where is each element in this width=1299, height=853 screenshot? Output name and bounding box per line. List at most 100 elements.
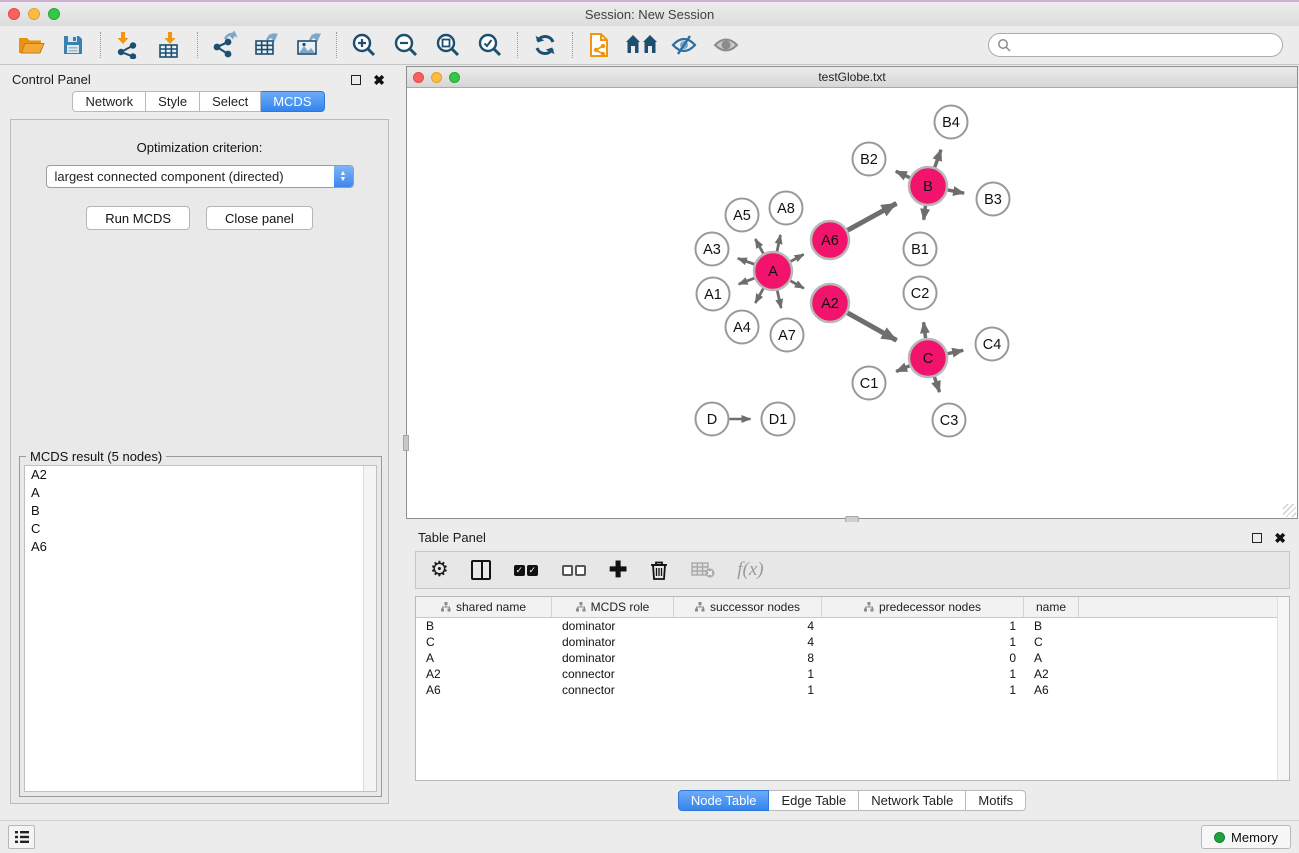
refresh-icon[interactable]: [524, 29, 566, 61]
open-file-icon[interactable]: [10, 29, 52, 61]
optimization-criterion-dropdown[interactable]: largest connected component (directed) ▲…: [46, 165, 354, 188]
mcds-result-item[interactable]: A6: [25, 538, 376, 556]
table-cell[interactable]: C: [1024, 635, 1079, 649]
graph-edge-C-C3[interactable]: [934, 377, 939, 392]
export-image-icon[interactable]: [288, 29, 330, 61]
graph-node-C[interactable]: C: [909, 339, 947, 377]
mcds-result-list[interactable]: A2ABCA6: [24, 465, 377, 792]
table-cell[interactable]: A6: [1024, 683, 1079, 697]
graph-node-B2[interactable]: B2: [853, 143, 886, 176]
table-cell[interactable]: connector: [552, 667, 674, 681]
graph-edge-B-B1[interactable]: [924, 206, 926, 220]
hide-panels-eye-icon[interactable]: [663, 29, 705, 61]
scrollbar-track[interactable]: [1277, 597, 1289, 780]
close-panel-icon[interactable]: ✖: [373, 75, 385, 85]
graph-edge-C-C2[interactable]: [924, 322, 926, 338]
table-cell[interactable]: 8: [674, 651, 822, 665]
column-header-successor-nodes[interactable]: successor nodes: [674, 597, 822, 617]
zoom-fit-icon[interactable]: [427, 29, 469, 61]
column-header-predecessor-nodes[interactable]: predecessor nodes: [822, 597, 1024, 617]
mcds-result-item[interactable]: A: [25, 484, 376, 502]
table-cell[interactable]: 1: [822, 667, 1024, 681]
table-cell[interactable]: 1: [674, 667, 822, 681]
table-cell[interactable]: 1: [822, 635, 1024, 649]
tab-network-table[interactable]: Network Table: [859, 790, 966, 811]
graph-node-A1[interactable]: A1: [697, 278, 730, 311]
table-cell[interactable]: dominator: [552, 619, 674, 633]
graph-node-A2[interactable]: A2: [811, 284, 849, 322]
import-network-icon[interactable]: [107, 29, 149, 61]
resize-grip-icon[interactable]: [1283, 504, 1296, 517]
tab-select[interactable]: Select: [200, 91, 261, 112]
table-cell[interactable]: C: [416, 635, 552, 649]
table-cell[interactable]: 1: [822, 683, 1024, 697]
new-session-from-network-icon[interactable]: [579, 29, 621, 61]
column-header-shared-name[interactable]: shared name: [416, 597, 552, 617]
table-row[interactable]: A6connector11A6: [416, 682, 1289, 698]
table-row[interactable]: Cdominator41C: [416, 634, 1289, 650]
graph-edge-A-A5[interactable]: [755, 239, 763, 253]
graph-node-A[interactable]: A: [754, 252, 792, 290]
graph-node-D1[interactable]: D1: [762, 403, 795, 436]
delete-column-icon[interactable]: [649, 557, 669, 583]
table-cell[interactable]: A: [1024, 651, 1079, 665]
network-window-titlebar[interactable]: testGlobe.txt: [407, 67, 1297, 88]
graph-node-A7[interactable]: A7: [771, 319, 804, 352]
run-mcds-button[interactable]: Run MCDS: [86, 206, 190, 230]
close-panel-icon[interactable]: ✖: [1274, 533, 1286, 543]
scrollbar-track[interactable]: [363, 466, 376, 791]
graph-edge-A-A3[interactable]: [738, 258, 754, 264]
table-cell[interactable]: A: [416, 651, 552, 665]
save-session-icon[interactable]: [52, 29, 94, 61]
graph-edge-B-B3[interactable]: [948, 190, 964, 193]
splitter-handle[interactable]: [403, 435, 409, 451]
graph-node-A4[interactable]: A4: [726, 311, 759, 344]
graph-node-C4[interactable]: C4: [976, 328, 1009, 361]
graph-edge-A-A2[interactable]: [790, 281, 803, 289]
table-cell[interactable]: A6: [416, 683, 552, 697]
deselect-all-icon[interactable]: [561, 557, 587, 583]
graph-edge-A6-B[interactable]: [848, 203, 897, 230]
table-cell[interactable]: connector: [552, 683, 674, 697]
close-panel-button[interactable]: Close panel: [206, 206, 313, 230]
table-header-row[interactable]: shared nameMCDS rolesuccessor nodesprede…: [416, 597, 1289, 618]
float-panel-icon[interactable]: [351, 75, 361, 85]
graph-edge-A-A1[interactable]: [739, 278, 755, 284]
graph-node-A5[interactable]: A5: [726, 199, 759, 232]
graph-node-B[interactable]: B: [909, 167, 947, 205]
show-eye-icon[interactable]: [705, 29, 747, 61]
column-header-MCDS-role[interactable]: MCDS role: [552, 597, 674, 617]
graph-edge-C-C4[interactable]: [948, 350, 964, 353]
add-column-icon[interactable]: ✚: [609, 557, 627, 583]
graph-edge-A-A7[interactable]: [777, 291, 781, 309]
graph-node-C2[interactable]: C2: [904, 277, 937, 310]
graph-edge-B-B4[interactable]: [935, 150, 941, 167]
graph-node-B3[interactable]: B3: [977, 183, 1010, 216]
home-icon[interactable]: [621, 29, 663, 61]
table-cell[interactable]: 1: [822, 619, 1024, 633]
float-panel-icon[interactable]: [1252, 533, 1262, 543]
graph-node-B4[interactable]: B4: [935, 106, 968, 139]
zoom-selected-icon[interactable]: [469, 29, 511, 61]
graph-node-D[interactable]: D: [696, 403, 729, 436]
zoom-out-icon[interactable]: [385, 29, 427, 61]
table-row[interactable]: Adominator80A: [416, 650, 1289, 666]
graph-edge-B-B2[interactable]: [896, 171, 910, 177]
table-cell[interactable]: dominator: [552, 635, 674, 649]
tab-edge-table[interactable]: Edge Table: [769, 790, 859, 811]
table-cell[interactable]: A2: [416, 667, 552, 681]
table-row[interactable]: Bdominator41B: [416, 618, 1289, 634]
mcds-result-item[interactable]: A2: [25, 466, 376, 484]
tab-network[interactable]: Network: [72, 91, 146, 112]
graph-edge-A-A8[interactable]: [777, 235, 780, 251]
show-columns-icon[interactable]: [471, 557, 491, 583]
table-cell[interactable]: 1: [674, 683, 822, 697]
table-options-icon[interactable]: ⚙: [430, 557, 449, 583]
table-row[interactable]: A2connector11A2: [416, 666, 1289, 682]
graph-node-A3[interactable]: A3: [696, 233, 729, 266]
search-input[interactable]: [1015, 38, 1282, 52]
task-history-button[interactable]: [8, 825, 35, 849]
import-table-icon[interactable]: [149, 29, 191, 61]
tab-motifs[interactable]: Motifs: [966, 790, 1026, 811]
graph-edge-A-A6[interactable]: [791, 254, 804, 261]
